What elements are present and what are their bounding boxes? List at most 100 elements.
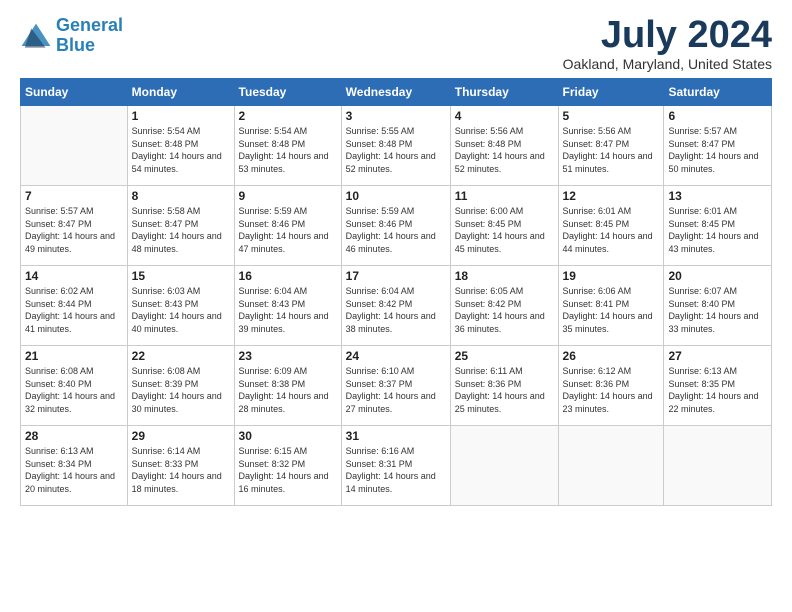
calendar-week-row: 28 Sunrise: 6:13 AM Sunset: 8:34 PM Dayl… xyxy=(21,426,772,506)
day-number: 11 xyxy=(455,189,554,203)
cell-info: Sunrise: 6:00 AM Sunset: 8:45 PM Dayligh… xyxy=(455,205,554,255)
cell-info: Sunrise: 6:10 AM Sunset: 8:37 PM Dayligh… xyxy=(346,365,446,415)
logo: General Blue xyxy=(20,16,123,56)
table-row: 3 Sunrise: 5:55 AM Sunset: 8:48 PM Dayli… xyxy=(341,106,450,186)
daylight-text: Daylight: 14 hours and 16 minutes. xyxy=(239,471,329,494)
header-thursday: Thursday xyxy=(450,79,558,106)
cell-info: Sunrise: 6:13 AM Sunset: 8:34 PM Dayligh… xyxy=(25,445,123,495)
table-row: 15 Sunrise: 6:03 AM Sunset: 8:43 PM Dayl… xyxy=(127,266,234,346)
sunset-text: Sunset: 8:48 PM xyxy=(239,139,306,149)
calendar-week-row: 1 Sunrise: 5:54 AM Sunset: 8:48 PM Dayli… xyxy=(21,106,772,186)
day-number: 30 xyxy=(239,429,337,443)
page: General Blue July 2024 Oakland, Maryland… xyxy=(0,0,792,612)
sunset-text: Sunset: 8:48 PM xyxy=(455,139,522,149)
sunset-text: Sunset: 8:47 PM xyxy=(668,139,735,149)
sunset-text: Sunset: 8:33 PM xyxy=(132,459,199,469)
sunrise-text: Sunrise: 6:13 AM xyxy=(25,446,94,456)
table-row: 12 Sunrise: 6:01 AM Sunset: 8:45 PM Dayl… xyxy=(558,186,664,266)
sunset-text: Sunset: 8:44 PM xyxy=(25,299,92,309)
day-number: 8 xyxy=(132,189,230,203)
sunset-text: Sunset: 8:36 PM xyxy=(563,379,630,389)
table-row: 7 Sunrise: 5:57 AM Sunset: 8:47 PM Dayli… xyxy=(21,186,128,266)
day-number: 24 xyxy=(346,349,446,363)
calendar-week-row: 21 Sunrise: 6:08 AM Sunset: 8:40 PM Dayl… xyxy=(21,346,772,426)
day-number: 7 xyxy=(25,189,123,203)
sunrise-text: Sunrise: 6:02 AM xyxy=(25,286,94,296)
daylight-text: Daylight: 14 hours and 39 minutes. xyxy=(239,311,329,334)
day-number: 25 xyxy=(455,349,554,363)
header-sunday: Sunday xyxy=(21,79,128,106)
cell-info: Sunrise: 6:06 AM Sunset: 8:41 PM Dayligh… xyxy=(563,285,660,335)
table-row: 23 Sunrise: 6:09 AM Sunset: 8:38 PM Dayl… xyxy=(234,346,341,426)
day-number: 12 xyxy=(563,189,660,203)
sunset-text: Sunset: 8:32 PM xyxy=(239,459,306,469)
day-number: 16 xyxy=(239,269,337,283)
daylight-text: Daylight: 14 hours and 44 minutes. xyxy=(563,231,653,254)
table-row xyxy=(21,106,128,186)
table-row: 29 Sunrise: 6:14 AM Sunset: 8:33 PM Dayl… xyxy=(127,426,234,506)
daylight-text: Daylight: 14 hours and 40 minutes. xyxy=(132,311,222,334)
sunrise-text: Sunrise: 6:16 AM xyxy=(346,446,415,456)
daylight-text: Daylight: 14 hours and 28 minutes. xyxy=(239,391,329,414)
sunrise-text: Sunrise: 5:59 AM xyxy=(239,206,308,216)
daylight-text: Daylight: 14 hours and 51 minutes. xyxy=(563,151,653,174)
table-row: 13 Sunrise: 6:01 AM Sunset: 8:45 PM Dayl… xyxy=(664,186,772,266)
day-number: 17 xyxy=(346,269,446,283)
cell-info: Sunrise: 6:09 AM Sunset: 8:38 PM Dayligh… xyxy=(239,365,337,415)
logo-general: General xyxy=(56,15,123,35)
cell-info: Sunrise: 6:02 AM Sunset: 8:44 PM Dayligh… xyxy=(25,285,123,335)
sunset-text: Sunset: 8:48 PM xyxy=(132,139,199,149)
daylight-text: Daylight: 14 hours and 41 minutes. xyxy=(25,311,115,334)
day-number: 20 xyxy=(668,269,767,283)
table-row xyxy=(664,426,772,506)
table-row: 5 Sunrise: 5:56 AM Sunset: 8:47 PM Dayli… xyxy=(558,106,664,186)
sunrise-text: Sunrise: 6:01 AM xyxy=(668,206,737,216)
sunrise-text: Sunrise: 6:00 AM xyxy=(455,206,524,216)
cell-info: Sunrise: 5:56 AM Sunset: 8:47 PM Dayligh… xyxy=(563,125,660,175)
daylight-text: Daylight: 14 hours and 30 minutes. xyxy=(132,391,222,414)
sunrise-text: Sunrise: 6:04 AM xyxy=(239,286,308,296)
cell-info: Sunrise: 6:08 AM Sunset: 8:39 PM Dayligh… xyxy=(132,365,230,415)
sunrise-text: Sunrise: 6:08 AM xyxy=(132,366,201,376)
sunrise-text: Sunrise: 6:13 AM xyxy=(668,366,737,376)
day-number: 14 xyxy=(25,269,123,283)
header-friday: Friday xyxy=(558,79,664,106)
sunrise-text: Sunrise: 6:10 AM xyxy=(346,366,415,376)
daylight-text: Daylight: 14 hours and 52 minutes. xyxy=(346,151,436,174)
sunset-text: Sunset: 8:35 PM xyxy=(668,379,735,389)
day-number: 23 xyxy=(239,349,337,363)
calendar-table: Sunday Monday Tuesday Wednesday Thursday… xyxy=(20,78,772,506)
logo-blue: Blue xyxy=(56,35,95,55)
cell-info: Sunrise: 6:04 AM Sunset: 8:43 PM Dayligh… xyxy=(239,285,337,335)
daylight-text: Daylight: 14 hours and 45 minutes. xyxy=(455,231,545,254)
sunset-text: Sunset: 8:39 PM xyxy=(132,379,199,389)
sunrise-text: Sunrise: 6:07 AM xyxy=(668,286,737,296)
cell-info: Sunrise: 5:59 AM Sunset: 8:46 PM Dayligh… xyxy=(346,205,446,255)
daylight-text: Daylight: 14 hours and 36 minutes. xyxy=(455,311,545,334)
cell-info: Sunrise: 6:13 AM Sunset: 8:35 PM Dayligh… xyxy=(668,365,767,415)
table-row: 6 Sunrise: 5:57 AM Sunset: 8:47 PM Dayli… xyxy=(664,106,772,186)
sunset-text: Sunset: 8:47 PM xyxy=(132,219,199,229)
day-number: 18 xyxy=(455,269,554,283)
cell-info: Sunrise: 6:01 AM Sunset: 8:45 PM Dayligh… xyxy=(563,205,660,255)
cell-info: Sunrise: 5:54 AM Sunset: 8:48 PM Dayligh… xyxy=(132,125,230,175)
sunset-text: Sunset: 8:34 PM xyxy=(25,459,92,469)
table-row: 18 Sunrise: 6:05 AM Sunset: 8:42 PM Dayl… xyxy=(450,266,558,346)
sunrise-text: Sunrise: 5:54 AM xyxy=(132,126,201,136)
daylight-text: Daylight: 14 hours and 22 minutes. xyxy=(668,391,758,414)
table-row: 14 Sunrise: 6:02 AM Sunset: 8:44 PM Dayl… xyxy=(21,266,128,346)
table-row: 8 Sunrise: 5:58 AM Sunset: 8:47 PM Dayli… xyxy=(127,186,234,266)
sunset-text: Sunset: 8:42 PM xyxy=(455,299,522,309)
table-row: 28 Sunrise: 6:13 AM Sunset: 8:34 PM Dayl… xyxy=(21,426,128,506)
calendar-header-row: Sunday Monday Tuesday Wednesday Thursday… xyxy=(21,79,772,106)
table-row: 4 Sunrise: 5:56 AM Sunset: 8:48 PM Dayli… xyxy=(450,106,558,186)
day-number: 21 xyxy=(25,349,123,363)
cell-info: Sunrise: 5:57 AM Sunset: 8:47 PM Dayligh… xyxy=(25,205,123,255)
daylight-text: Daylight: 14 hours and 38 minutes. xyxy=(346,311,436,334)
cell-info: Sunrise: 6:03 AM Sunset: 8:43 PM Dayligh… xyxy=(132,285,230,335)
sunrise-text: Sunrise: 5:55 AM xyxy=(346,126,415,136)
table-row: 1 Sunrise: 5:54 AM Sunset: 8:48 PM Dayli… xyxy=(127,106,234,186)
table-row: 19 Sunrise: 6:06 AM Sunset: 8:41 PM Dayl… xyxy=(558,266,664,346)
sunset-text: Sunset: 8:40 PM xyxy=(668,299,735,309)
day-number: 29 xyxy=(132,429,230,443)
